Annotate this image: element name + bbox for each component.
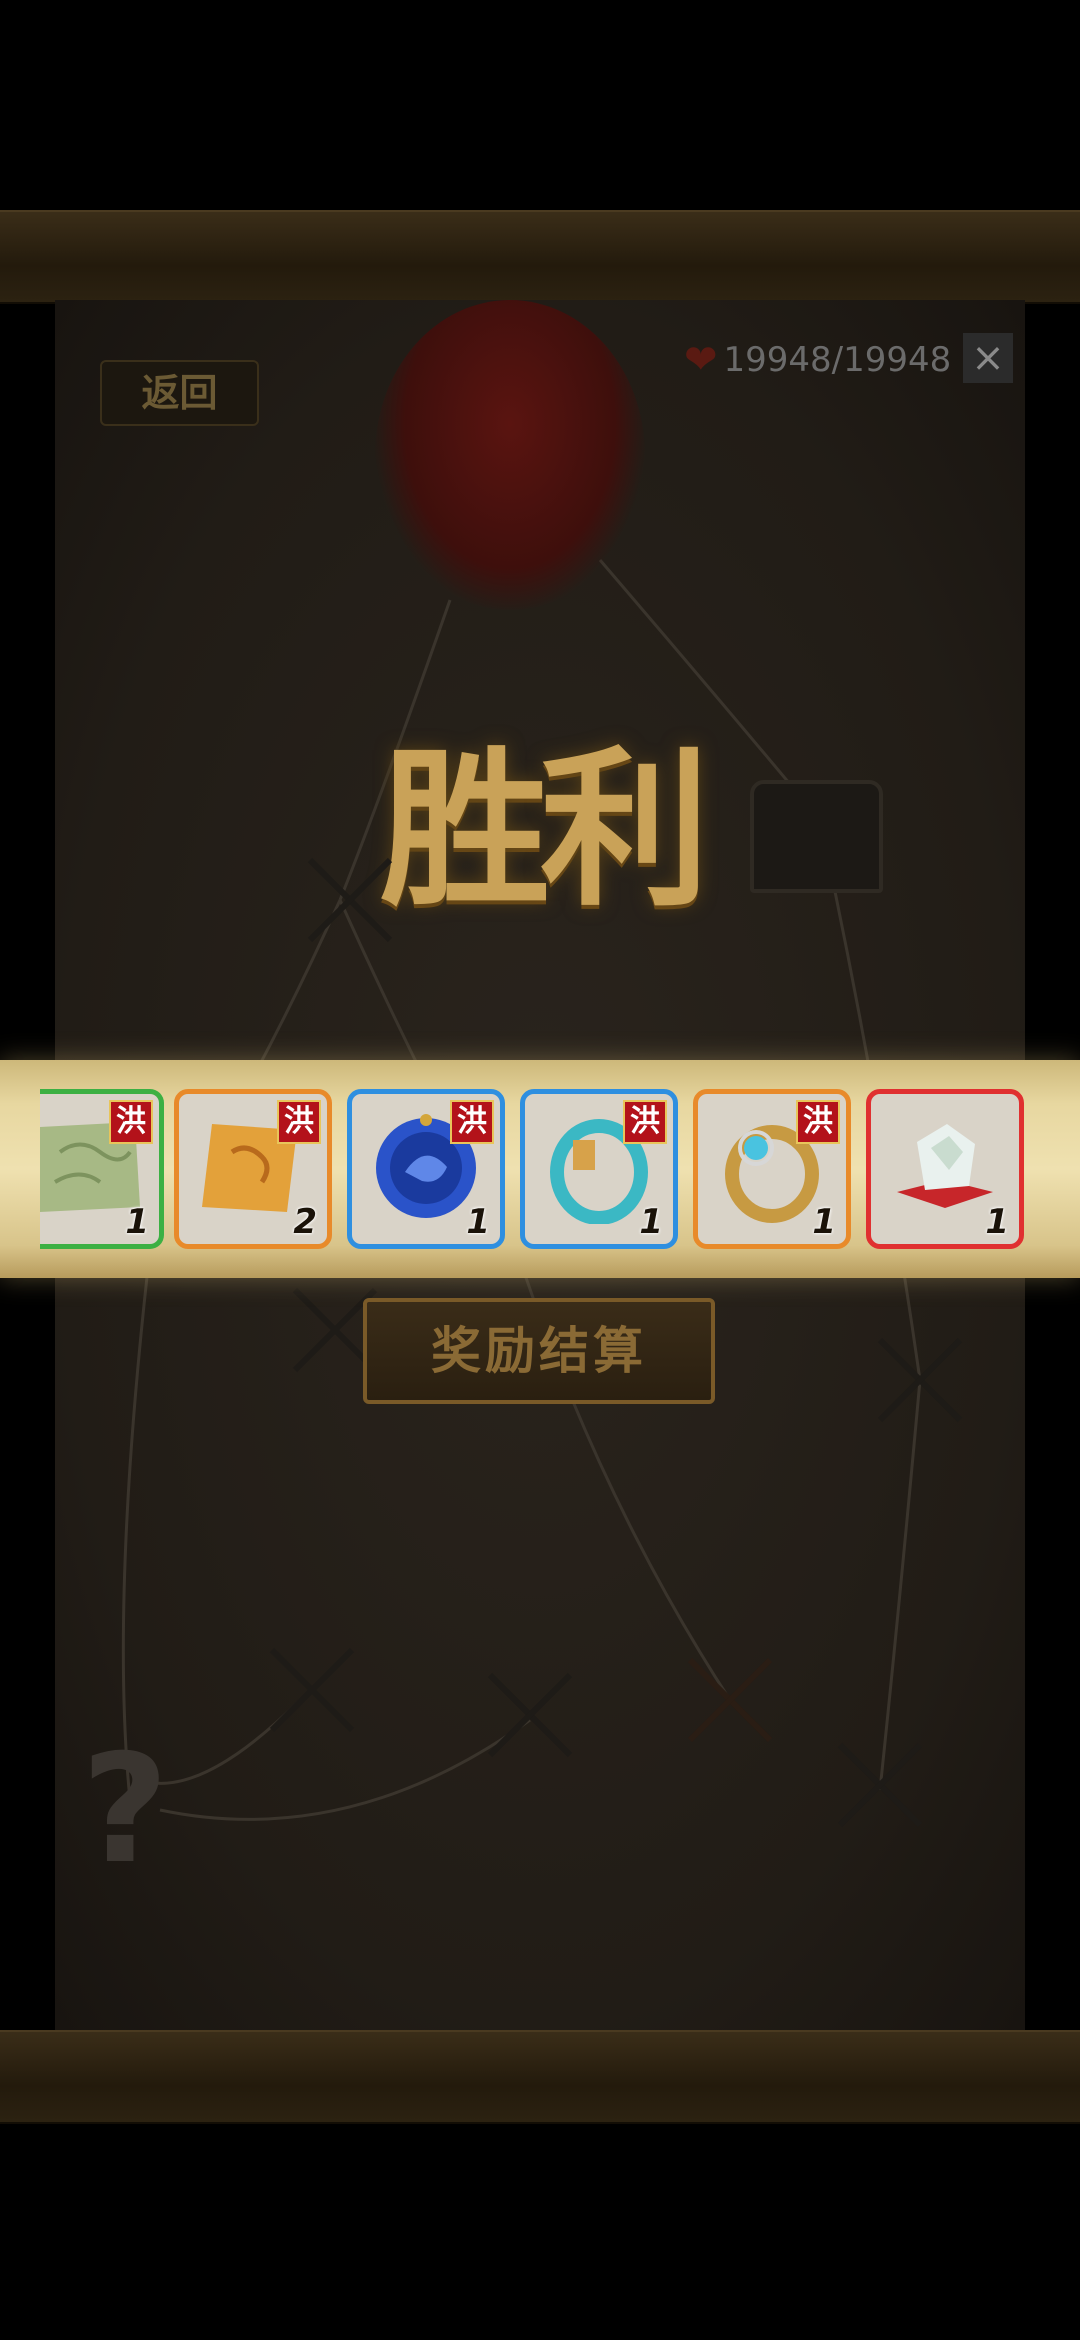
unknown-node-icon: ? <box>81 1723 169 1897</box>
badge-label: 洪 <box>796 1100 840 1144</box>
badge-label: 洪 <box>109 1100 153 1144</box>
crossed-swords-icon <box>877 1337 963 1423</box>
victory-title: 胜利 <box>380 730 710 930</box>
reward-item-blue-orb[interactable]: 洪 1 <box>347 1089 505 1249</box>
hp-value: 19948/19948 <box>723 340 952 380</box>
crossed-swords-icon <box>837 1742 923 1828</box>
item-count: 1 <box>639 1202 663 1242</box>
crossed-swords-icon <box>269 1647 355 1733</box>
reward-item-green-scroll[interactable]: 洪 1 <box>40 1089 164 1249</box>
item-count: 2 <box>293 1202 317 1242</box>
boss-skull-icon <box>375 300 645 610</box>
crossed-swords-icon <box>307 857 393 943</box>
item-count: 1 <box>812 1202 836 1242</box>
hp-display: ❤ 19948/19948 <box>684 335 951 385</box>
crossed-swords-icon <box>687 1657 773 1743</box>
reward-item-orange-scroll[interactable]: 洪 2 <box>174 1089 332 1249</box>
heart-icon: ❤ <box>684 337 718 383</box>
settle-rewards-button[interactable]: 奖励结算 <box>363 1298 715 1404</box>
crossed-swords-icon <box>487 1672 573 1758</box>
item-count: 1 <box>125 1202 149 1242</box>
close-button[interactable]: × <box>963 333 1013 383</box>
back-button[interactable]: 返回 <box>100 360 259 426</box>
reward-item-jade-ring[interactable]: 洪 1 <box>520 1089 678 1249</box>
item-count: 1 <box>466 1202 490 1242</box>
treasure-chest-icon <box>750 780 883 893</box>
badge-label: 洪 <box>450 1100 494 1144</box>
badge-label: 洪 <box>623 1100 667 1144</box>
reward-item-gold-ring[interactable]: 洪 1 <box>693 1089 851 1249</box>
reward-item-crystal-stone[interactable]: 1 <box>866 1089 1024 1249</box>
item-count: 1 <box>985 1202 1009 1242</box>
badge-label: 洪 <box>277 1100 321 1144</box>
